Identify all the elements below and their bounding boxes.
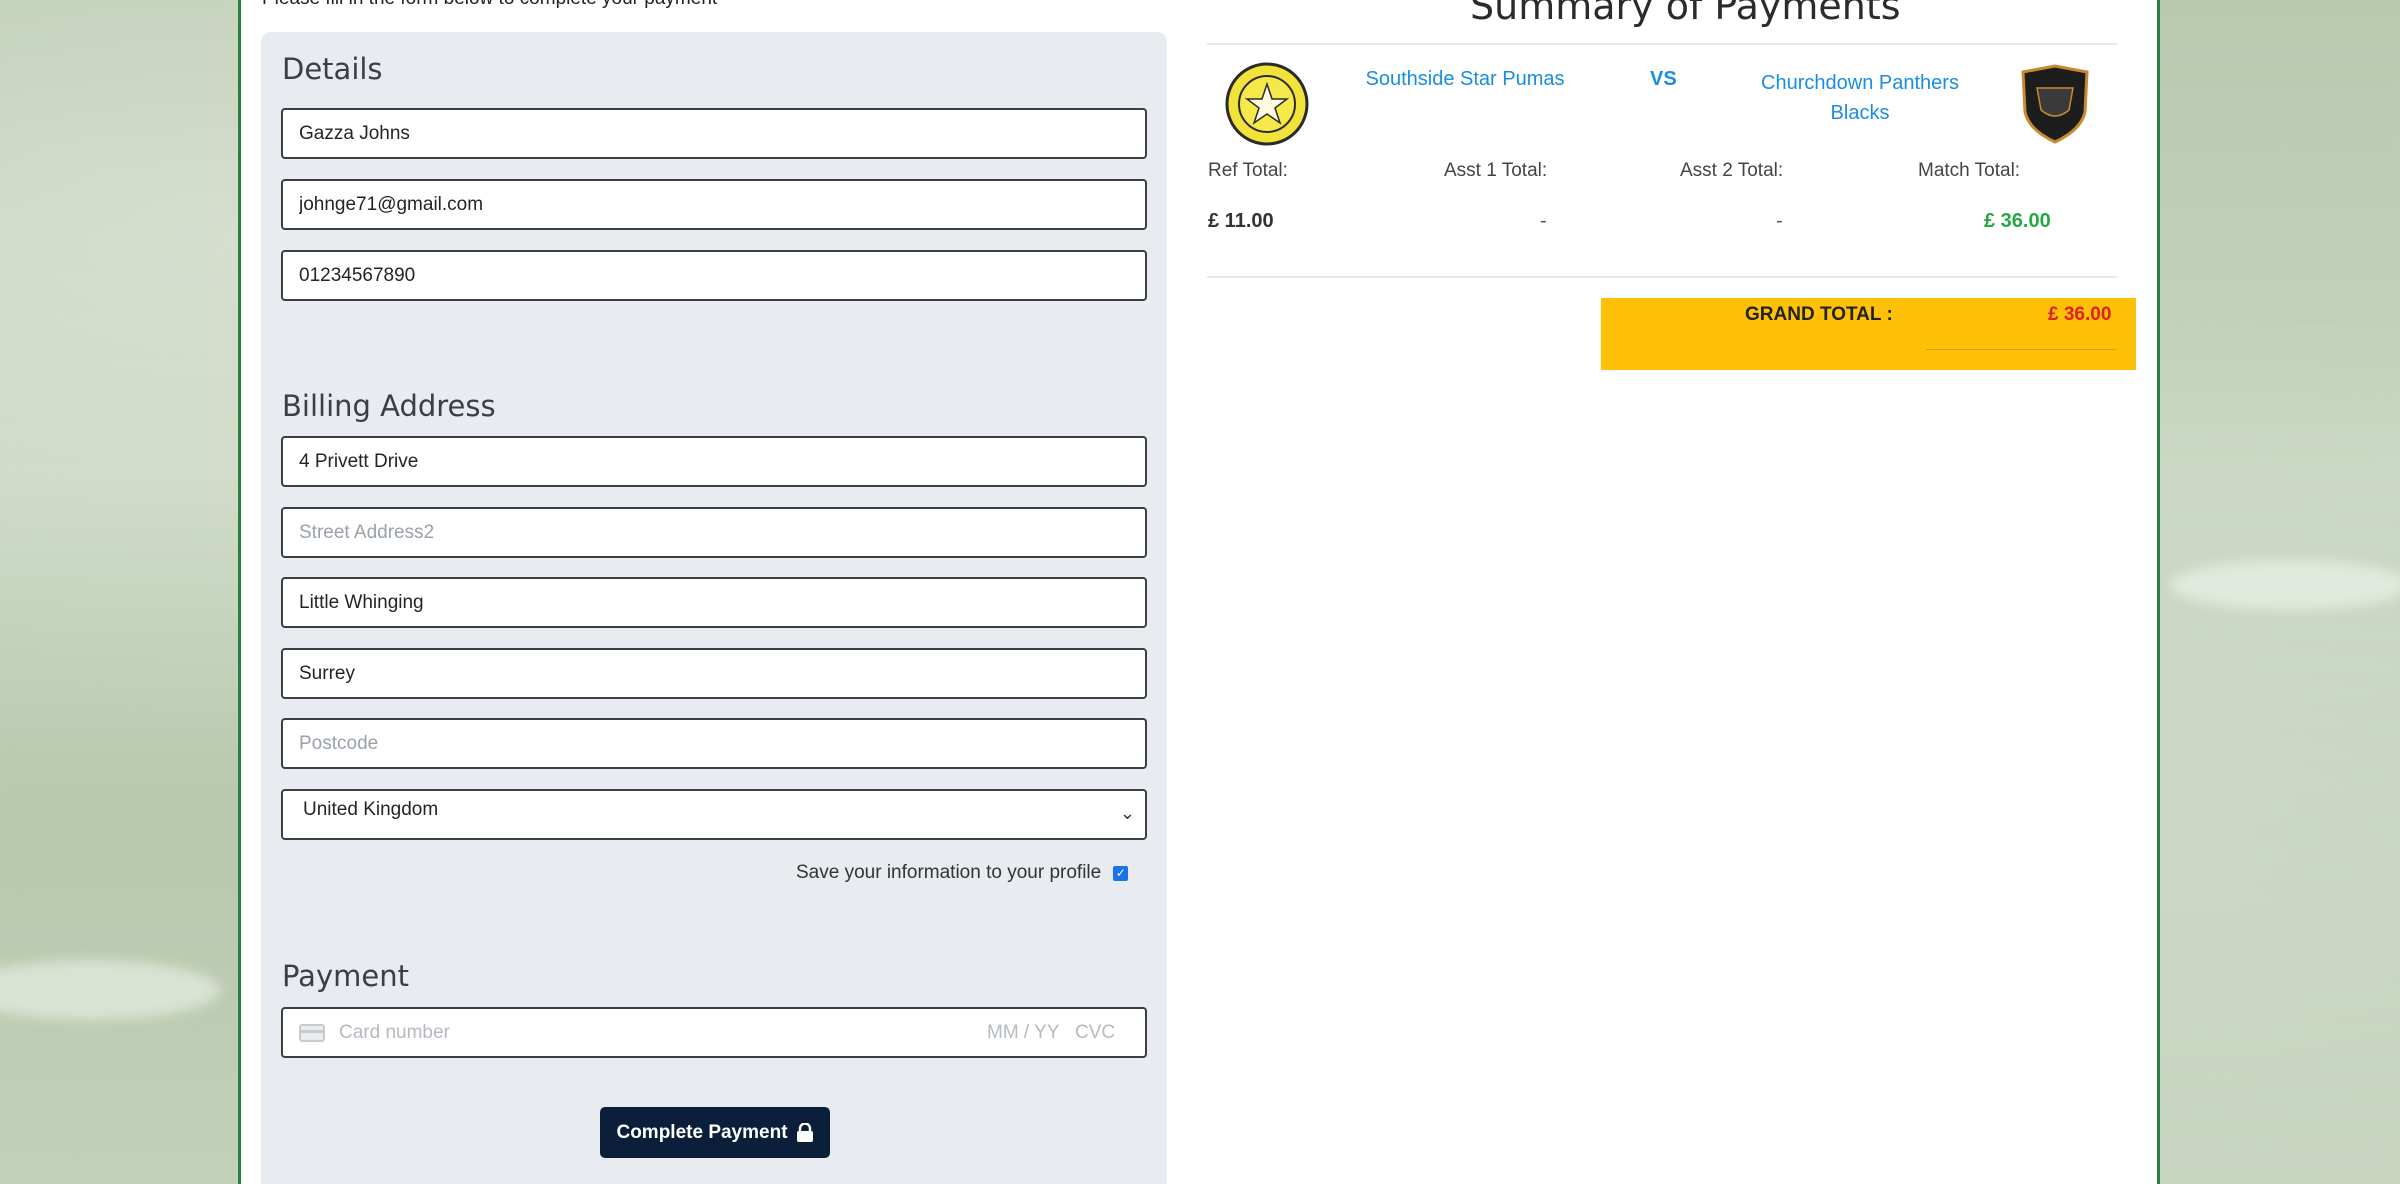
away-team-link[interactable]: Churchdown Panthers Blacks — [1740, 68, 1980, 128]
background-pitch-line — [0, 960, 220, 1020]
street-address-field[interactable] — [281, 436, 1147, 487]
churchdown-panthers-crest-icon — [2021, 64, 2089, 144]
country-select[interactable]: United Kingdom ⌄ — [281, 789, 1147, 840]
country-selected-value: United Kingdom — [303, 799, 439, 820]
asst1-total-value: - — [1540, 210, 1547, 232]
name-field[interactable] — [281, 108, 1147, 159]
street-address2-field[interactable] — [281, 507, 1147, 558]
home-team-link[interactable]: Southside Star Pumas — [1360, 68, 1570, 91]
chevron-down-icon: ⌄ — [1119, 803, 1135, 823]
asst1-total-label: Asst 1 Total: — [1444, 160, 1548, 181]
summary-divider — [1207, 276, 2117, 278]
email-field[interactable] — [281, 179, 1147, 230]
grand-total-underline — [1926, 349, 2116, 350]
ref-total-label: Ref Total: — [1208, 160, 1288, 181]
complete-payment-label: Complete Payment — [616, 1121, 788, 1143]
background-pitch-line — [2170, 560, 2400, 610]
vs-label: VS — [1650, 68, 1677, 90]
away-team-name-line1: Churchdown Panthers — [1761, 72, 1959, 94]
save-profile-label: Save your information to your profile — [796, 862, 1102, 883]
lock-icon — [796, 1122, 813, 1142]
grand-total-label: GRAND TOTAL : — [1745, 304, 1893, 325]
postcode-field[interactable] — [281, 718, 1147, 769]
county-field[interactable] — [281, 648, 1147, 699]
grand-total-value: £ 36.00 — [2048, 304, 2112, 325]
away-team-name-line2: Blacks — [1830, 102, 1890, 124]
card-expiry-placeholder: MM / YY — [987, 1022, 1060, 1043]
billing-address-heading: Billing Address — [282, 389, 496, 423]
card-input[interactable]: Card number MM / YY CVC — [281, 1007, 1147, 1058]
details-heading: Details — [282, 52, 383, 86]
match-total-value: £ 36.00 — [1984, 210, 2051, 232]
payment-heading: Payment — [282, 959, 409, 993]
ref-total-value: £ 11.00 — [1208, 210, 1274, 232]
asst2-total-value: - — [1776, 210, 1783, 232]
town-field[interactable] — [281, 577, 1147, 628]
save-profile-checkbox[interactable]: ✓ — [1113, 865, 1129, 881]
asst2-total-label: Asst 2 Total: — [1680, 160, 1784, 181]
phone-field[interactable] — [281, 250, 1147, 301]
card-cvc-placeholder: CVC — [1075, 1022, 1116, 1043]
save-profile-row: Save your information to your profile ✓ — [796, 862, 1129, 884]
complete-payment-button[interactable]: Complete Payment — [600, 1107, 830, 1158]
intro-text: Please fill in the form below to complet… — [262, 0, 717, 10]
southside-star-crest-icon — [1225, 62, 1309, 146]
summary-divider-top — [1207, 43, 2117, 45]
match-total-label: Match Total: — [1918, 160, 2021, 181]
summary-title: Summary of Payments — [1470, 0, 1901, 28]
card-number-placeholder: Card number — [339, 1022, 450, 1043]
credit-card-icon — [299, 1024, 325, 1042]
